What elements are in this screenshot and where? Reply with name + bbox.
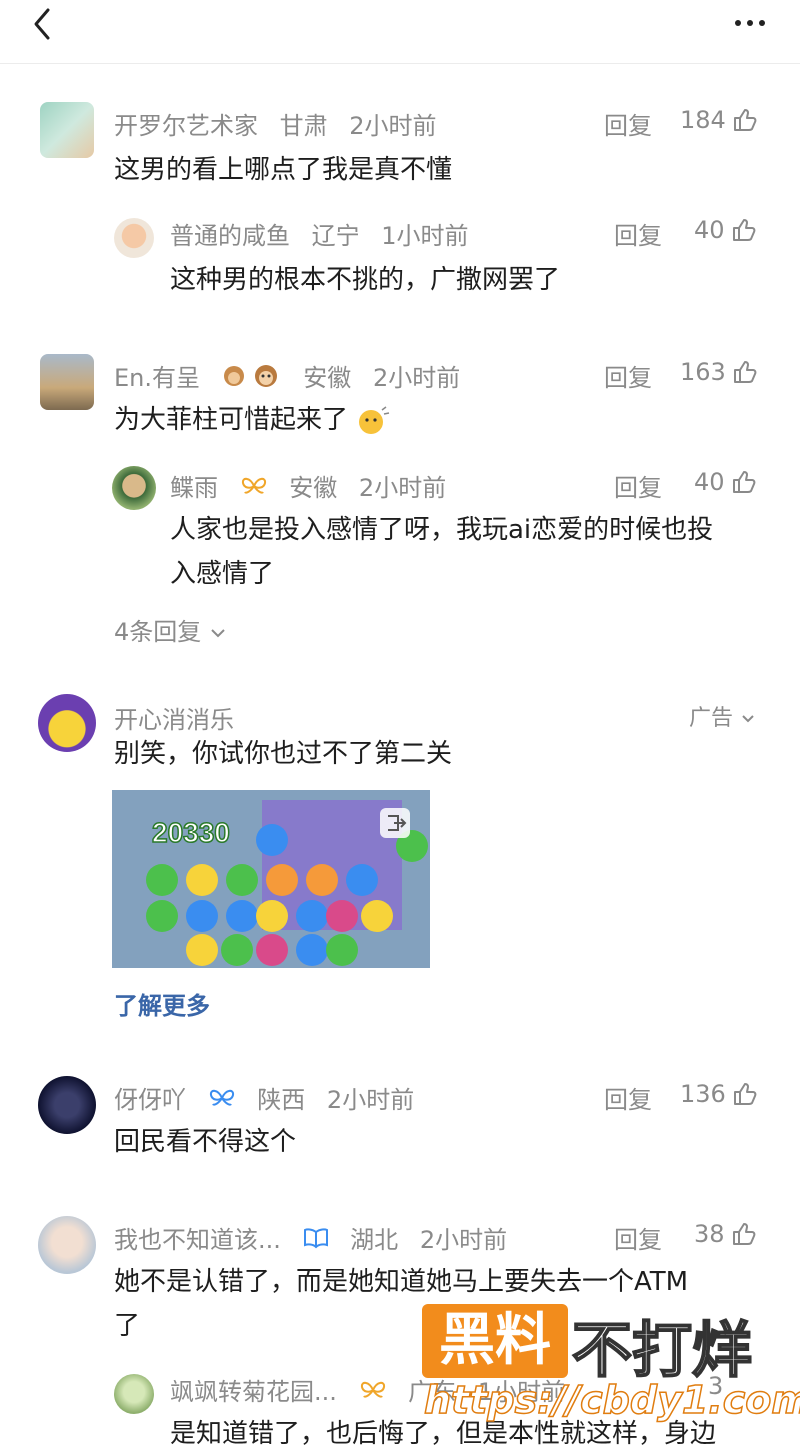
game-score: 20330: [152, 817, 230, 848]
reply-button[interactable]: 回复: [614, 468, 662, 503]
username[interactable]: 我也不知道该...: [114, 1226, 281, 1254]
avatar[interactable]: [114, 218, 154, 258]
like-button[interactable]: 38: [694, 1220, 757, 1248]
ad-label-text: 广告: [688, 706, 733, 731]
reply-button[interactable]: 回复: [614, 216, 662, 251]
like-button[interactable]: 184: [680, 106, 758, 134]
ad-game-image[interactable]: 20330: [112, 790, 430, 968]
watermark-title: 不打烊: [571, 1315, 753, 1387]
monkey-emoji-icon: [222, 362, 282, 396]
username[interactable]: 鲽雨: [170, 474, 218, 502]
expand-replies-label: 4条回复: [114, 618, 202, 646]
like-button[interactable]: 136: [680, 1080, 758, 1108]
timestamp: 1小时前: [381, 222, 469, 250]
like-button[interactable]: 40: [694, 216, 757, 244]
like-count: 38: [694, 1220, 725, 1248]
ad-label[interactable]: 广告: [689, 700, 756, 732]
region: 辽宁: [311, 222, 360, 250]
timestamp: 2小时前: [419, 1226, 508, 1254]
like-button[interactable]: 163: [680, 358, 758, 386]
comment-meta: En.有呈 安徽 2小时前: [114, 358, 474, 396]
comment-text: 这男的看上哪点了我是真不懂: [114, 155, 453, 185]
thinking-emoji-icon: [359, 405, 390, 434]
top-bar: [0, 0, 800, 64]
reply-button[interactable]: 回复: [604, 1080, 652, 1115]
butterfly-badge-icon: [208, 1087, 236, 1115]
avatar[interactable]: [40, 102, 94, 158]
username[interactable]: 伢伢吖: [114, 1086, 186, 1114]
region: 安徽: [303, 364, 352, 392]
thumbs-up-icon: [732, 219, 755, 241]
region: 湖北: [350, 1226, 399, 1254]
thumbs-up-icon: [733, 109, 757, 131]
username[interactable]: 普通的咸鱼: [170, 222, 290, 250]
back-arrow-icon[interactable]: [24, 4, 64, 44]
comment-text-content: 为大菲柱可惜起来了: [114, 405, 349, 435]
username[interactable]: 飒飒转菊花园...: [170, 1378, 337, 1406]
thumbs-up-icon: [732, 1223, 755, 1245]
like-count: 40: [694, 216, 725, 244]
region: 陕西: [257, 1086, 306, 1114]
like-count: 163: [680, 358, 726, 386]
watermark-badge: 黑料: [422, 1304, 568, 1378]
timestamp: 2小时前: [349, 112, 437, 140]
comment-text-line: 人家也是投入感情了呀，我玩ai恋爱的时候也投: [170, 515, 714, 545]
comment-text: 人家也是投入感情了呀，我玩ai恋爱的时候也投 入感情了: [170, 508, 770, 596]
chevron-down-icon: [211, 629, 225, 638]
username[interactable]: 开罗尔艺术家: [114, 112, 258, 140]
comment-text: 为大菲柱可惜起来了: [114, 398, 390, 442]
chevron-down-icon: [742, 715, 754, 723]
ad-avatar[interactable]: [38, 694, 96, 752]
book-badge-icon: [303, 1227, 329, 1255]
timestamp: 2小时前: [358, 474, 447, 502]
comment-meta: 普通的咸鱼 辽宁 1小时前: [170, 216, 483, 251]
learn-more-link[interactable]: 了解更多: [114, 986, 210, 1021]
like-count: 136: [680, 1080, 726, 1108]
thumbs-up-icon: [733, 361, 757, 383]
timestamp: 2小时前: [326, 1086, 415, 1114]
comment-text-line: 她不是认错了，而是她知道她马上要失去一个ATM: [114, 1267, 689, 1297]
comment-meta: 鲽雨 安徽 2小时前: [170, 468, 460, 503]
like-button[interactable]: 40: [694, 468, 757, 496]
comment-meta: 开罗尔艺术家 甘肃 2小时前: [114, 106, 451, 141]
avatar[interactable]: [38, 1076, 96, 1134]
timestamp: 2小时前: [372, 364, 461, 392]
comment-meta: 我也不知道该... 湖北 2小时前: [114, 1220, 521, 1255]
ad-name[interactable]: 开心消消乐: [114, 700, 234, 735]
butterfly-badge-icon: [359, 1379, 387, 1407]
butterfly-badge-icon: [240, 475, 268, 503]
ad-text: 别笑，你试你也过不了第二关: [114, 739, 453, 769]
comment-meta: 伢伢吖 陕西 2小时前: [114, 1080, 428, 1115]
thumbs-up-icon: [733, 1083, 757, 1105]
comment-text: 回民看不得这个: [114, 1127, 297, 1157]
username[interactable]: En.有呈: [114, 364, 200, 392]
avatar[interactable]: [38, 1216, 96, 1274]
watermark: 黑料 不打烊 https://cbdy1.com: [416, 1300, 800, 1456]
comment-text-line: 入感情了: [170, 559, 275, 589]
expand-replies-button[interactable]: 4条回复: [114, 612, 227, 647]
reply-button[interactable]: 回复: [604, 106, 652, 141]
avatar[interactable]: [40, 354, 94, 410]
watermark-url: https://cbdy1.com: [423, 1377, 800, 1423]
comment-text: 这种男的根本不挑的，广撒网罢了: [170, 265, 561, 295]
avatar[interactable]: [114, 1374, 154, 1414]
like-count: 40: [694, 468, 725, 496]
reply-button[interactable]: 回复: [604, 358, 652, 393]
region: 安徽: [289, 474, 338, 502]
like-count: 184: [680, 106, 726, 134]
more-options-icon[interactable]: [730, 8, 770, 38]
region: 甘肃: [279, 112, 328, 140]
reply-button[interactable]: 回复: [614, 1220, 662, 1255]
thumbs-up-icon: [732, 471, 755, 493]
avatar[interactable]: [112, 466, 156, 510]
